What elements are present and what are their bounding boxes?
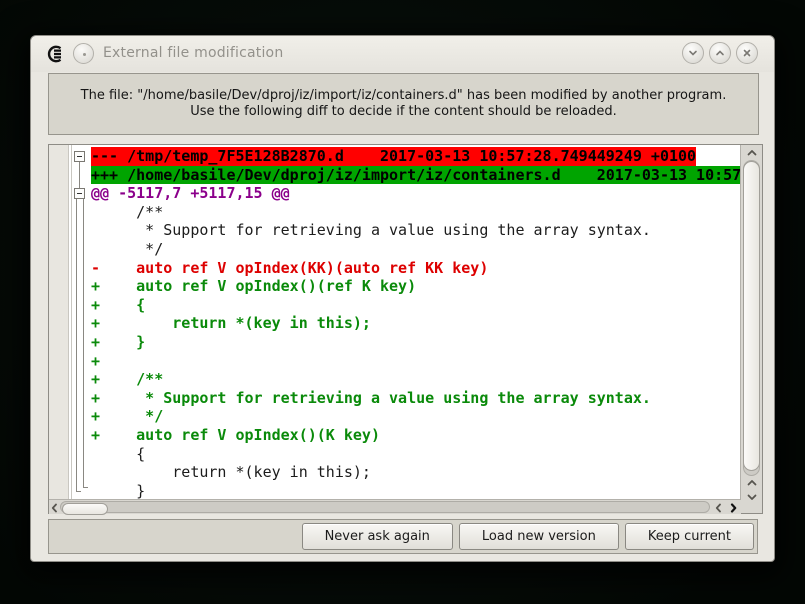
chevron-up-icon [746, 478, 758, 487]
horizontal-scrollbar[interactable] [49, 499, 741, 514]
diff-line: + * Support for retrieving a value using… [91, 389, 740, 408]
diff-line-text: + { [91, 296, 145, 315]
diff-panel: --- /tmp/temp_7F5E128B2870.d 2017-03-13 … [48, 144, 763, 514]
diff-line-text: } [91, 482, 145, 499]
diff-line-text: return *(key in this); [91, 463, 371, 482]
diff-text-area[interactable]: --- /tmp/temp_7F5E128B2870.d 2017-03-13 … [91, 145, 740, 499]
diff-line-text: + auto ref V opIndex()(K key) [91, 426, 380, 445]
fold-toggle-hunk[interactable] [75, 189, 85, 199]
diff-line-text: + auto ref V opIndex()(ref K key) [91, 277, 416, 296]
diff-gutter [49, 145, 69, 499]
diff-line-text: */ [91, 240, 163, 259]
vertical-scrollbar[interactable] [740, 145, 762, 513]
diff-line: } [91, 482, 740, 499]
horizontal-scroll-track[interactable] [60, 501, 710, 513]
chevron-up-icon [746, 148, 758, 157]
fold-gutter [70, 145, 91, 499]
scroll-left-stepper-right[interactable] [712, 501, 725, 514]
chevron-right-icon [729, 502, 738, 514]
button-bar: Never ask againLoad new versionKeep curr… [48, 519, 758, 554]
scroll-up-stepper-bottom[interactable] [741, 475, 763, 490]
diff-line-text: + } [91, 333, 145, 352]
message-panel: The file: "/home/basile/Dev/dproj/iz/imp… [48, 73, 759, 135]
window-menu-button[interactable] [73, 43, 94, 64]
diff-line: + */ [91, 407, 740, 426]
diff-line-text: + return *(key in this); [91, 314, 371, 333]
shade-button[interactable] [682, 42, 704, 64]
keep-current-button[interactable]: Keep current [625, 523, 754, 550]
close-button[interactable] [736, 42, 758, 64]
diff-line: --- /tmp/temp_7F5E128B2870.d 2017-03-13 … [91, 147, 740, 166]
diff-line-text: + * Support for retrieving a value using… [91, 389, 651, 408]
diff-line: + return *(key in this); [91, 314, 740, 333]
horizontal-scroll-thumb[interactable] [62, 503, 108, 515]
message-line-2: Use the following diff to decide if the … [190, 104, 617, 120]
maximize-button[interactable] [709, 42, 731, 64]
diff-line: return *(key in this); [91, 463, 740, 482]
diff-line-text: + /** [91, 370, 163, 389]
desktop-background: External file modification The file: "/h… [0, 0, 805, 604]
diff-line-text: @@ -5117,7 +5117,15 @@ [91, 184, 290, 203]
diff-line-text: +++ /home/basile/Dev/dproj/iz/import/iz/… [91, 166, 740, 185]
diff-line: + auto ref V opIndex()(ref K key) [91, 277, 740, 296]
diff-line-text: - auto ref V opIndex(KK)(auto ref KK key… [91, 259, 488, 278]
close-icon [741, 47, 753, 59]
window-controls [682, 42, 758, 64]
titlebar[interactable]: External file modification [31, 36, 774, 72]
never-ask-again-button[interactable]: Never ask again [302, 523, 453, 550]
diff-line: + { [91, 296, 740, 315]
diff-line: * Support for retrieving a value using t… [91, 221, 740, 240]
scroll-up-stepper[interactable] [741, 145, 763, 160]
chevron-left-icon [50, 502, 59, 514]
scroll-left-stepper[interactable] [49, 501, 60, 514]
diff-line: +++ /home/basile/Dev/dproj/iz/import/iz/… [91, 166, 740, 185]
diff-line: /** [91, 203, 740, 222]
diff-line: - auto ref V opIndex(KK)(auto ref KK key… [91, 259, 740, 278]
diff-line: + /** [91, 370, 740, 389]
diff-line: + } [91, 333, 740, 352]
chevron-down-icon [746, 493, 758, 502]
message-line-1: The file: "/home/basile/Dev/dproj/iz/imp… [81, 88, 727, 104]
diff-line: { [91, 445, 740, 464]
diff-line-text: * Support for retrieving a value using t… [91, 221, 651, 240]
diff-line-text: + [91, 352, 100, 371]
scroll-down-stepper[interactable] [741, 490, 763, 505]
diff-line-text: --- /tmp/temp_7F5E128B2870.d 2017-03-13 … [91, 147, 696, 166]
window-title: External file modification [103, 45, 283, 61]
chevron-down-icon [687, 47, 699, 59]
coedit-logo-icon [45, 44, 65, 64]
fold-toggle-file[interactable] [75, 152, 85, 162]
scroll-right-stepper[interactable] [726, 501, 740, 514]
chevron-left-icon [714, 502, 723, 514]
diff-line-text: { [91, 445, 145, 464]
dialog-window: External file modification The file: "/h… [30, 35, 775, 562]
load-new-version-button[interactable]: Load new version [459, 523, 619, 550]
diff-line-text: /** [91, 203, 163, 222]
vertical-scroll-thumb[interactable] [743, 161, 760, 471]
diff-line: */ [91, 240, 740, 259]
diff-line-text: + */ [91, 407, 163, 426]
chevron-up-icon [714, 47, 726, 59]
diff-line: @@ -5117,7 +5117,15 @@ [91, 184, 740, 203]
diff-line: + [91, 352, 740, 371]
diff-line: + auto ref V opIndex()(K key) [91, 426, 740, 445]
